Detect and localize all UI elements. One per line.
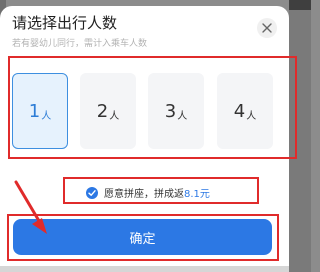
bottom-strip bbox=[0, 266, 289, 272]
seat-option-4[interactable]: 4 人 bbox=[217, 73, 273, 149]
backdrop-right-top bbox=[289, 0, 311, 10]
pool-checkbox[interactable] bbox=[86, 186, 98, 199]
seat-option-2[interactable]: 2 人 bbox=[80, 73, 136, 149]
seat-number: 1 bbox=[28, 100, 41, 122]
pool-label: 愿意拼座，拼成返 bbox=[104, 189, 184, 200]
seat-unit: 人 bbox=[109, 110, 120, 122]
check-icon bbox=[88, 189, 96, 196]
seat-option-3[interactable]: 3 人 bbox=[148, 73, 204, 149]
arrow-annotation bbox=[14, 180, 47, 234]
confirm-button[interactable]: 确定 bbox=[13, 219, 272, 255]
seat-option-1[interactable]: 1 人 bbox=[12, 73, 68, 149]
dialog-title: 请选择出行人数 bbox=[12, 14, 118, 32]
pool-option[interactable]: 愿意拼座，拼成返 8.1元 bbox=[86, 185, 210, 200]
seat-number: 3 bbox=[164, 100, 177, 122]
seat-unit: 人 bbox=[246, 110, 257, 122]
seat-unit: 人 bbox=[41, 110, 52, 122]
pool-rebate-amount: 8.1元 bbox=[184, 189, 210, 200]
dialog-subtitle: 若有婴幼儿同行，需计入乘车人数 bbox=[12, 39, 148, 49]
seat-number: 4 bbox=[233, 100, 246, 122]
close-icon bbox=[262, 23, 272, 33]
seat-unit: 人 bbox=[177, 110, 188, 122]
close-button[interactable] bbox=[257, 18, 277, 38]
seat-number: 2 bbox=[96, 100, 109, 122]
